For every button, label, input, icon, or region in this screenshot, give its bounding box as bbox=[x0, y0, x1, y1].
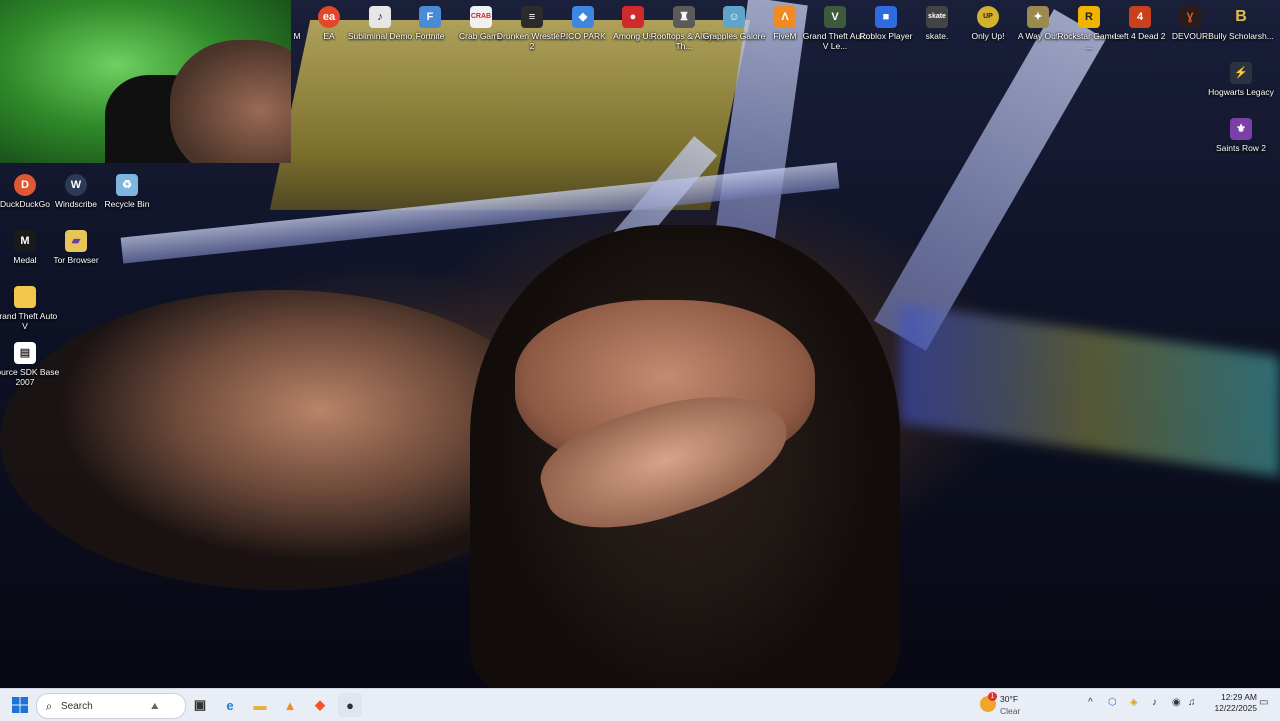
pin-app-icon: ▲ bbox=[283, 697, 297, 713]
duckduckgo-icon: D bbox=[14, 174, 36, 196]
windows-logo-icon bbox=[12, 697, 28, 713]
clock-date: 12/22/2025 bbox=[1214, 703, 1257, 713]
tray-mic-icon[interactable]: ♪ bbox=[1152, 697, 1157, 708]
file-explorer-button[interactable]: ▬ bbox=[248, 693, 272, 717]
fortnite-icon: F bbox=[419, 6, 441, 28]
ea-icon: ea bbox=[318, 6, 340, 28]
start-button[interactable] bbox=[8, 693, 32, 717]
skate-icon: skate bbox=[926, 6, 948, 28]
speaker-icon[interactable]: ♫ bbox=[1188, 697, 1196, 708]
task-view-button[interactable]: ▣ bbox=[188, 693, 212, 717]
gta-legacy-icon: V bbox=[824, 6, 846, 28]
wallpaper-beam bbox=[874, 9, 1106, 351]
brave-button[interactable]: ◆ bbox=[308, 693, 332, 717]
tray-network-app-icon[interactable]: ⬡ bbox=[1108, 697, 1117, 708]
task-view-icon: ▣ bbox=[193, 697, 207, 712]
desktop-icon-tor-browser[interactable]: ▰ Tor Browser bbox=[40, 230, 112, 265]
a-way-out-icon: ✦ bbox=[1027, 6, 1049, 28]
notification-icon[interactable]: ▭ bbox=[1259, 697, 1268, 708]
source-sdk-icon: ▤ bbox=[14, 342, 36, 364]
webcam-overlay bbox=[0, 0, 291, 163]
clock-time: 12:29 AM bbox=[1221, 692, 1257, 702]
bully-icon: B bbox=[1235, 8, 1247, 25]
taskbar-search[interactable]: ⌕ Search ⛰ bbox=[36, 693, 186, 719]
saints-row-icon: ⚜ bbox=[1230, 118, 1252, 140]
fivem-icon: Λ bbox=[774, 6, 796, 28]
weather-temp: 30°F bbox=[1000, 694, 1019, 704]
search-placeholder: Search bbox=[61, 700, 93, 712]
grapples-icon: ☺ bbox=[723, 6, 745, 28]
file-explorer-icon: ▬ bbox=[253, 697, 267, 713]
recycle-bin-icon: ♻ bbox=[116, 174, 138, 196]
desktop-icon-recycle-bin[interactable]: ♻ Recycle Bin bbox=[91, 174, 163, 209]
weather-condition: Clear bbox=[1000, 706, 1021, 716]
drunken-wrestlers-icon: ≡ bbox=[521, 6, 543, 28]
tor-folder-icon: ▰ bbox=[65, 230, 87, 252]
search-highlight-icon: ⛰ bbox=[151, 700, 159, 711]
rooftops-icon: ♜ bbox=[673, 6, 695, 28]
left4dead-icon: 4 bbox=[1129, 6, 1151, 28]
subliminal-icon: ♪ bbox=[369, 6, 391, 28]
among-us-icon: ● bbox=[622, 6, 644, 28]
search-icon: ⌕ bbox=[45, 698, 53, 713]
roblox-icon: ■ bbox=[875, 6, 897, 28]
crab-game-icon: CRAB bbox=[470, 6, 492, 28]
wifi-icon[interactable]: ◉ bbox=[1172, 697, 1181, 708]
hogwarts-icon: ⚡ bbox=[1230, 62, 1252, 84]
tray-chevron-icon[interactable]: ^ bbox=[1088, 697, 1093, 708]
pinned-app-button[interactable]: ▲ bbox=[278, 693, 302, 717]
weather-badge: 1 bbox=[988, 692, 997, 701]
medal-icon: M bbox=[14, 230, 36, 252]
brave-icon: ◆ bbox=[315, 697, 325, 712]
desktop-icon-saints-row[interactable]: ⚜ Saints Row 2 bbox=[1205, 118, 1277, 153]
desktop-icon-gta-folder[interactable]: Grand Theft Auto V bbox=[0, 286, 61, 331]
obs-icon: ● bbox=[346, 697, 354, 713]
edge-button[interactable]: e bbox=[218, 693, 242, 717]
taskbar-clock[interactable]: 12:29 AM 12/22/2025 bbox=[1203, 692, 1257, 714]
rockstar-icon: R bbox=[1078, 6, 1100, 28]
tray-shield-icon[interactable]: ◈ bbox=[1130, 697, 1138, 708]
edge-icon: e bbox=[226, 697, 234, 713]
pico-park-icon: ◆ bbox=[572, 6, 594, 28]
webcam-person bbox=[170, 40, 291, 163]
desktop-icon-hogwarts[interactable]: ⚡ Hogwarts Legacy bbox=[1205, 62, 1277, 97]
only-up-icon: UP bbox=[977, 6, 999, 28]
taskbar: ⌕ Search ⛰ ▣ e ▬ ▲ ◆ ● 1 30°F Clear ^ ⬡ … bbox=[0, 688, 1280, 721]
windscribe-icon: W bbox=[65, 174, 87, 196]
wallpaper-lights bbox=[900, 303, 1280, 477]
obs-button[interactable]: ● bbox=[338, 693, 362, 717]
gta-folder-icon bbox=[14, 286, 36, 308]
devour-icon: Ɣ bbox=[1179, 6, 1201, 28]
desktop-icon-source-sdk[interactable]: ▤ Source SDK Base 2007 bbox=[0, 342, 61, 387]
weather-widget[interactable]: 1 30°F Clear bbox=[980, 692, 1050, 718]
desktop-icon-bully[interactable]: B Bully Scholarsh... bbox=[1205, 6, 1277, 41]
